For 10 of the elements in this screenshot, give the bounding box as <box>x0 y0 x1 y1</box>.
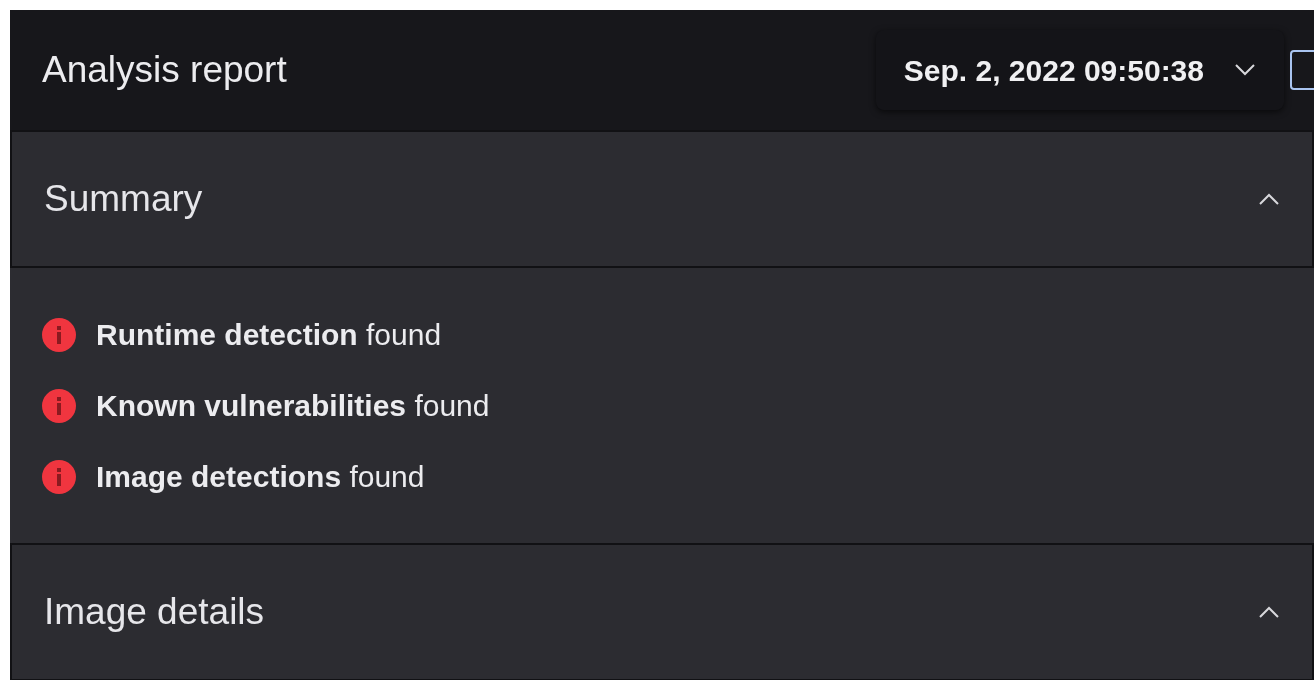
finding-text: Image detections found <box>96 459 425 495</box>
chevron-down-icon <box>1234 64 1256 76</box>
section-header[interactable]: Summary <box>10 130 1314 268</box>
chevron-up-icon <box>1258 193 1280 205</box>
date-picker[interactable]: Sep. 2, 2022 09:50:38 <box>875 30 1284 110</box>
finding-text: Known vulnerabilities found <box>96 388 490 424</box>
section-header[interactable]: Image details <box>10 543 1314 680</box>
page-title: Analysis report <box>42 48 288 93</box>
finding-text: Runtime detection found <box>96 317 442 353</box>
chevron-up-icon <box>1258 606 1280 618</box>
